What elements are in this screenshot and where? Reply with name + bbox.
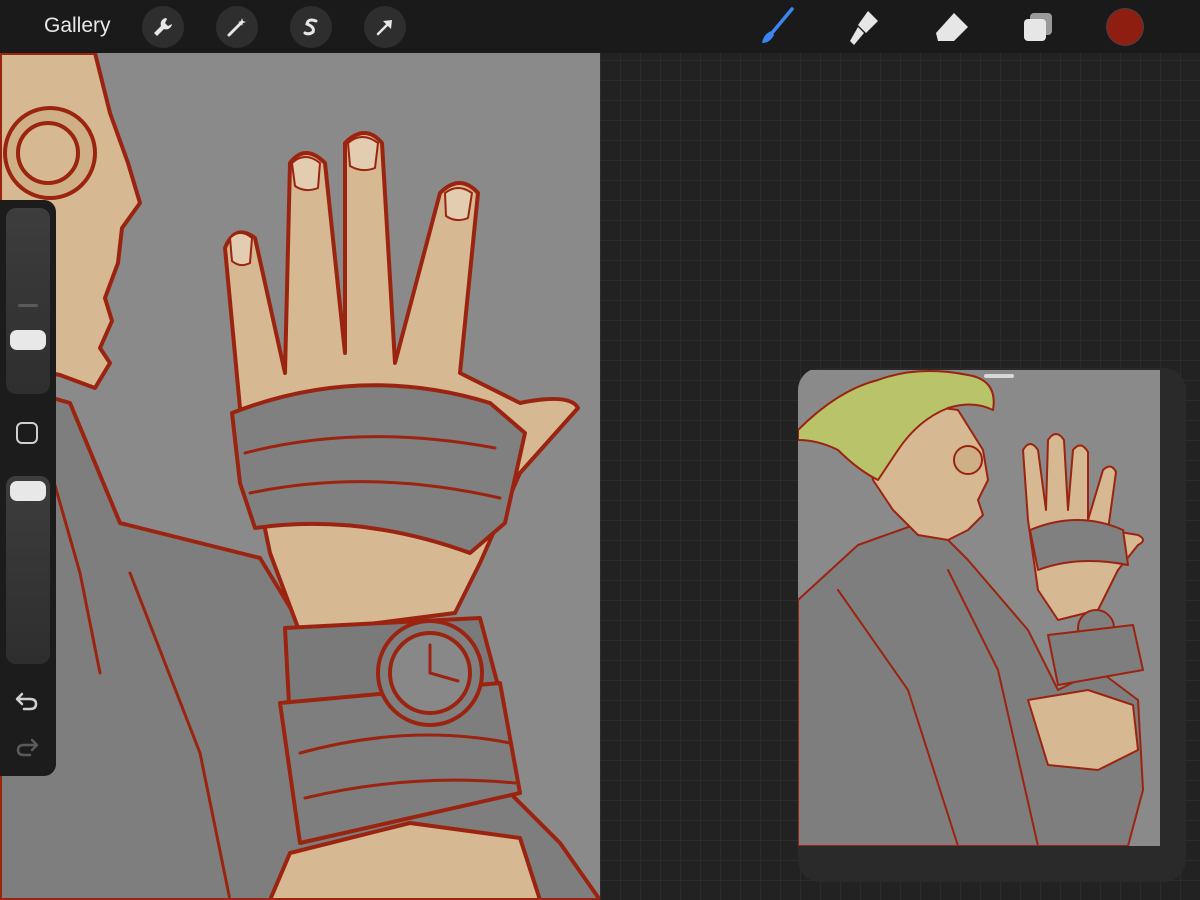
undo-icon[interactable] bbox=[14, 690, 40, 717]
modifier-button[interactable] bbox=[16, 422, 38, 444]
layers-icon[interactable] bbox=[1018, 7, 1058, 47]
left-sidebar bbox=[0, 200, 56, 776]
hand bbox=[223, 131, 580, 635]
top-toolbar: Gallery bbox=[0, 0, 1200, 53]
selection-icon[interactable] bbox=[290, 6, 332, 48]
color-swatch[interactable] bbox=[1107, 9, 1143, 45]
opacity-slider[interactable] bbox=[6, 476, 50, 664]
artwork bbox=[0, 53, 600, 900]
opacity-thumb[interactable] bbox=[10, 481, 46, 501]
brush-size-thumb[interactable] bbox=[10, 330, 46, 350]
drawing-canvas[interactable] bbox=[0, 53, 600, 900]
eraser-icon[interactable] bbox=[932, 7, 972, 47]
magic-wand-icon[interactable] bbox=[216, 6, 258, 48]
transform-arrow-icon[interactable] bbox=[364, 6, 406, 48]
wrench-icon[interactable] bbox=[142, 6, 184, 48]
reference-grabber[interactable] bbox=[984, 374, 1014, 378]
smudge-icon[interactable] bbox=[844, 7, 884, 47]
reference-image bbox=[798, 370, 1160, 846]
brush-size-slider[interactable] bbox=[6, 208, 50, 394]
brush-icon[interactable] bbox=[756, 7, 796, 47]
reference-window[interactable] bbox=[798, 368, 1186, 882]
redo-icon[interactable] bbox=[14, 736, 40, 763]
gallery-button[interactable]: Gallery bbox=[44, 14, 111, 38]
